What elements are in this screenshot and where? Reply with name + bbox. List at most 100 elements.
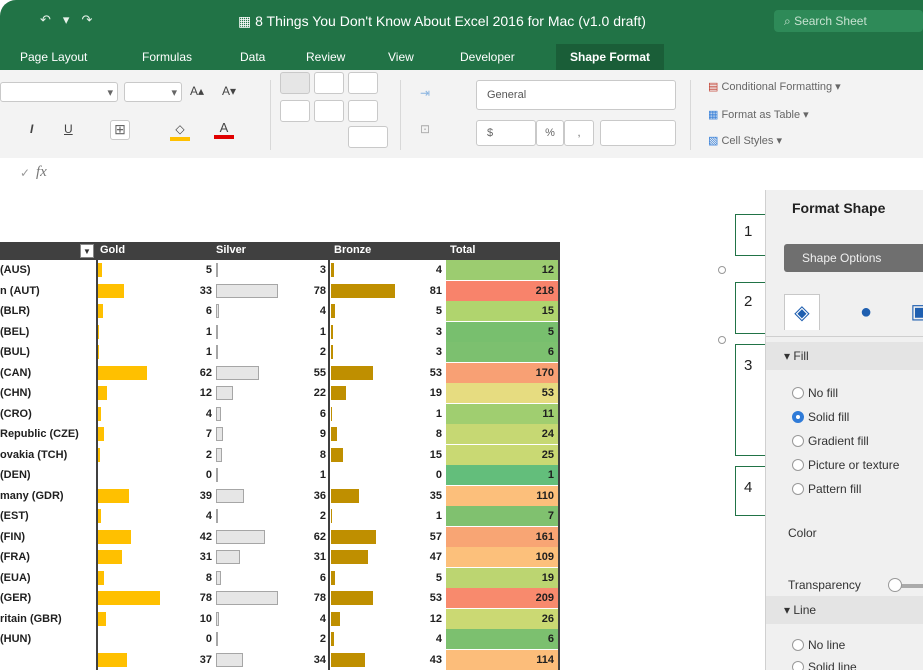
radio-solid-fill[interactable]: Solid fill	[792, 410, 849, 424]
worksheet[interactable]: ▼ Gold Silver Bronze Total (AUS) 5 3 4 12 n (…	[0, 190, 765, 670]
tab-formulas[interactable]: Formulas	[142, 44, 192, 70]
radio-no-fill[interactable]: No fill	[792, 386, 838, 400]
header-silver[interactable]: Silver	[216, 244, 246, 256]
table-row[interactable]: n (AUT) 33 78 81 218	[0, 280, 570, 301]
align-bottom-button[interactable]	[348, 72, 378, 94]
search-sheet-input[interactable]: ⌕ Search Sheet	[774, 10, 923, 32]
bronze-bar	[331, 488, 359, 503]
dropdown-icon[interactable]: ▾	[63, 12, 70, 28]
table-row[interactable]: 37 34 43 114	[0, 649, 570, 670]
table-row[interactable]: (FRA) 31 31 47 109	[0, 547, 570, 567]
resize-handle[interactable]	[718, 266, 726, 274]
country-name: (CAN)	[0, 366, 32, 379]
currency-button[interactable]: $	[476, 120, 536, 146]
font-color-button[interactable]: A	[214, 120, 234, 140]
table-row[interactable]: (FIN) 42 62 57 161	[0, 526, 570, 547]
table-row[interactable]: (CAN) 62 55 53 170	[0, 362, 570, 383]
table-row[interactable]: (GER) 78 78 53 209	[0, 588, 570, 608]
tab-developer[interactable]: Developer	[460, 44, 515, 70]
table-row[interactable]: (CRO) 4 6 1 11	[0, 403, 570, 424]
total-cell: 24	[446, 424, 558, 444]
table-row[interactable]: ovakia (TCH) 2 8 15 25	[0, 444, 570, 465]
silver-count: 8	[319, 448, 326, 461]
table-row[interactable]: (BLR) 6 4 5 15	[0, 301, 570, 321]
cell-styles-icon: ▧	[708, 135, 722, 147]
undo-icon[interactable]: ↶	[40, 12, 51, 28]
borders-icon[interactable]: ⊞	[110, 120, 130, 140]
header-bronze[interactable]: Bronze	[334, 244, 371, 256]
tab-page-layout[interactable]: Page Layout	[20, 44, 87, 70]
underline-button[interactable]: U	[64, 122, 73, 136]
align-right-button[interactable]	[348, 100, 378, 122]
number-format-select[interactable]: General	[476, 80, 676, 110]
redo-icon[interactable]: ↷	[81, 12, 92, 28]
table-row[interactable]: (AUS) 5 3 4 12	[0, 260, 570, 280]
fx-icon[interactable]: fx	[36, 164, 47, 181]
tab-shape-format[interactable]: Shape Format	[556, 44, 665, 70]
table-row[interactable]: Republic (CZE) 7 9 8 24	[0, 424, 570, 444]
size-properties-icon[interactable]: ▣	[902, 294, 923, 330]
radio-label: No fill	[808, 386, 839, 400]
silver-count: 78	[313, 284, 326, 297]
bronze-count: 5	[435, 571, 442, 584]
silver-count: 31	[313, 551, 326, 563]
italic-button[interactable]: I	[30, 122, 33, 136]
align-left-button[interactable]	[280, 100, 310, 122]
fill-color-button[interactable]: ◇	[170, 122, 190, 141]
align-top-button[interactable]	[280, 72, 310, 94]
table-row[interactable]: many (GDR) 39 36 35 110	[0, 485, 570, 506]
bronze-count: 4	[435, 633, 442, 645]
orientation-button[interactable]	[348, 126, 388, 148]
table-row[interactable]: (BUL) 1 2 3 6	[0, 342, 570, 362]
shape-options-button[interactable]: Shape Options	[784, 244, 923, 272]
effects-icon[interactable]: ●	[848, 294, 884, 330]
table-row[interactable]: (HUN) 0 2 4 6	[0, 629, 570, 649]
table-row[interactable]: (EST) 4 2 1 7	[0, 506, 570, 526]
percent-button[interactable]: %	[536, 120, 564, 146]
conditional-formatting-button[interactable]: ▤ Conditional Formatting ▾	[708, 80, 841, 93]
font-name-select[interactable]: ▾	[0, 82, 118, 102]
total-cell: 25	[446, 444, 558, 465]
line-section-header[interactable]: ▾ Line	[766, 596, 923, 624]
fill-color-swatch	[170, 137, 190, 141]
wrap-text-icon[interactable]: ⇥	[420, 86, 430, 100]
table-row[interactable]: (DEN) 0 1 0 1	[0, 465, 570, 485]
tab-view[interactable]: View	[388, 44, 414, 70]
radio-solid-line[interactable]: Solid line	[792, 660, 857, 670]
country-name: (FRA)	[0, 551, 30, 563]
header-total[interactable]: Total	[450, 244, 475, 256]
merge-cells-icon[interactable]: ⊡	[420, 122, 430, 136]
cell-styles-button[interactable]: ▧ Cell Styles ▾	[708, 134, 782, 147]
radio-gradient-fill[interactable]: Gradient fill	[792, 434, 869, 448]
tab-data[interactable]: Data	[240, 44, 265, 70]
align-middle-button[interactable]	[314, 72, 344, 94]
country-name: ovakia (TCH)	[0, 448, 68, 461]
cancel-icon[interactable]: ✓	[20, 166, 30, 180]
silver-count: 4	[319, 305, 326, 317]
transparency-slider-handle[interactable]	[888, 578, 902, 592]
decimal-buttons[interactable]	[600, 120, 676, 146]
format-as-table-button[interactable]: ▦ Format as Table ▾	[708, 108, 809, 121]
comma-button[interactable]: ,	[564, 120, 594, 146]
fill-section-header[interactable]: ▾ Fill	[766, 342, 923, 370]
align-center-button[interactable]	[314, 100, 344, 122]
filter-dropdown-icon[interactable]: ▼	[80, 244, 94, 258]
window-title: ▦ 8 Things You Don't Know About Excel 20…	[238, 13, 646, 30]
fill-line-icon[interactable]: ◈	[784, 294, 820, 330]
header-gold[interactable]: Gold	[100, 244, 125, 256]
radio-pattern-fill[interactable]: Pattern fill	[792, 482, 861, 496]
table-row[interactable]: ritain (GBR) 10 4 12 26	[0, 608, 570, 629]
callout-1: 1	[735, 214, 767, 256]
tab-review[interactable]: Review	[306, 44, 345, 70]
radio-picture-fill[interactable]: Picture or texture	[792, 458, 899, 472]
table-row[interactable]: (CHN) 12 22 19 53	[0, 383, 570, 403]
resize-handle[interactable]	[718, 336, 726, 344]
bronze-count: 3	[435, 346, 442, 358]
pane-title: Format Shape	[792, 200, 886, 216]
font-size-select[interactable]: ▾	[124, 82, 182, 102]
table-row[interactable]: (BEL) 1 1 3 5	[0, 321, 570, 342]
table-row[interactable]: (EUA) 8 6 5 19	[0, 567, 570, 588]
increase-font-button[interactable]: A▴	[190, 84, 204, 98]
decrease-font-button[interactable]: A▾	[222, 84, 236, 98]
radio-no-line[interactable]: No line	[792, 638, 845, 652]
